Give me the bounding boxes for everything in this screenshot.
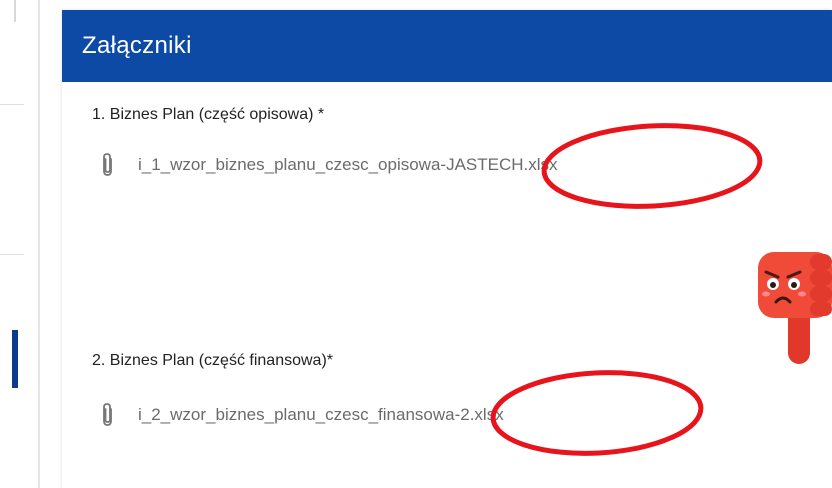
sidebar-active-indicator[interactable] [12,330,18,388]
paperclip-icon [103,153,112,176]
page: Załączniki 1. Biznes Plan (część opisowa… [0,0,832,488]
sidebar-divider [0,254,24,255]
sidebar-divider [0,104,24,105]
attachment-file-link[interactable]: i_2_wzor_biznes_planu_czesc_finansowa-2.… [98,402,504,428]
attachment-label-business-plan-descriptive: 1. Biznes Plan (część opisowa) * [92,106,325,123]
attachment-label-business-plan-financial: 2. Biznes Plan (część finansowa)* [92,352,333,369]
sidebar-tick [14,0,16,22]
attachment-file-name[interactable]: i_2_wzor_biznes_planu_czesc_finansowa-2.… [138,405,504,425]
attachments-card: Załączniki 1. Biznes Plan (część opisowa… [62,10,832,488]
attachment-file-name[interactable]: i_1_wzor_biznes_planu_czesc_opisowa-JAST… [138,155,558,175]
card-title: Załączniki [82,32,192,59]
sidebar-border [38,0,40,488]
attachment-file-link[interactable]: i_1_wzor_biznes_planu_czesc_opisowa-JAST… [98,152,558,178]
left-sidebar [0,0,40,488]
card-header: Załączniki [62,10,832,82]
angry-thumbs-down-icon [758,252,832,364]
paperclip-icon [103,403,112,426]
